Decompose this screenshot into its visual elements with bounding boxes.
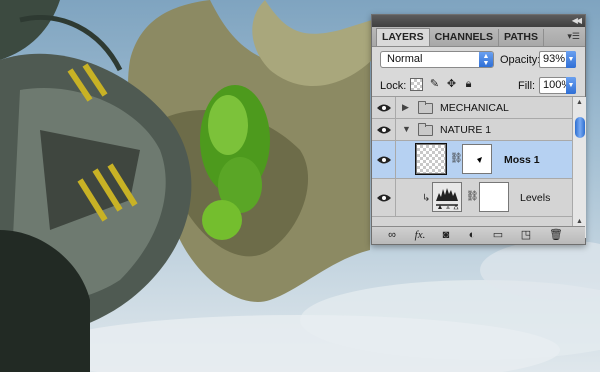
opacity-dropdown-icon[interactable]: ▼: [566, 51, 576, 68]
chain-link-icon[interactable]: ⛓: [450, 153, 463, 164]
layer-row-moss-1[interactable]: ⛓ Moss 1: [372, 141, 572, 179]
link-layers-icon[interactable]: ∞: [384, 229, 400, 242]
collapse-panel-icon[interactable]: ◀◀: [572, 16, 582, 26]
new-group-folder-icon[interactable]: ▭: [490, 229, 506, 242]
opacity-value: 93%: [543, 53, 566, 65]
layers-panel: ◀◀ LAYERS CHANNELS PATHS ▾☰ Normal ▲ ▼ Op…: [371, 14, 586, 245]
layer-name: NATURE 1: [440, 124, 492, 136]
scrollbar-thumb[interactable]: [575, 117, 585, 138]
levels-adjustment-thumbnail[interactable]: [432, 182, 462, 212]
panel-footer-toolbar: ∞ fx. ◙ ◐ ▭ ◳ 🗑︎: [372, 226, 585, 244]
fill-field[interactable]: 100% ▼: [539, 77, 576, 94]
lock-row: Lock: ✎ ✥ 🔒︎ Fill: 100% ▼: [372, 73, 585, 97]
eye-icon: [377, 194, 391, 202]
blend-mode-select[interactable]: Normal ▲ ▼: [380, 51, 494, 68]
tab-paths[interactable]: PATHS: [499, 29, 545, 46]
folder-icon: [418, 123, 433, 136]
eye-icon: [377, 126, 391, 134]
adjustment-layer-icon[interactable]: ◐: [464, 229, 480, 242]
tab-layers[interactable]: LAYERS: [376, 28, 430, 46]
layer-thumbnail[interactable]: [415, 143, 447, 175]
layer-row-mechanical[interactable]: ▶ MECHANICAL: [372, 97, 572, 119]
clipping-mask-arrow-icon: ↳: [422, 193, 431, 204]
layer-mask-thumbnail[interactable]: [462, 144, 492, 174]
layer-mask-thumbnail[interactable]: [479, 182, 509, 212]
visibility-toggle[interactable]: [372, 141, 396, 178]
fill-label: Fill:: [518, 80, 536, 92]
layer-row-nature-1[interactable]: ▼ NATURE 1: [372, 119, 572, 141]
trash-icon[interactable]: 🗑︎: [548, 229, 564, 242]
mask-shape-icon: [477, 157, 482, 163]
add-mask-icon[interactable]: ◙: [438, 229, 454, 242]
lock-transparent-pixels-icon[interactable]: [410, 78, 423, 91]
blend-row: Normal ▲ ▼ Opacity: 93% ▼: [372, 47, 585, 73]
layers-list: ▶ MECHANICAL ▼ NATURE 1 ⛓ Moss 1 ↳ ⛓ Lev…: [372, 97, 572, 238]
fill-dropdown-icon[interactable]: ▼: [566, 77, 576, 94]
chain-link-icon[interactable]: ⛓: [466, 191, 479, 202]
lock-image-pixels-icon[interactable]: ✎: [428, 78, 441, 91]
visibility-toggle[interactable]: [372, 97, 396, 118]
dropdown-arrows-icon: ▲ ▼: [479, 52, 493, 67]
layer-name: Moss 1: [504, 154, 540, 166]
tab-channels[interactable]: CHANNELS: [430, 29, 499, 46]
lock-label: Lock:: [380, 80, 407, 92]
lock-all-icon[interactable]: 🔒︎: [462, 78, 475, 91]
histogram-icon: [436, 188, 459, 210]
eye-icon: [377, 156, 391, 164]
scroll-up-arrow-icon[interactable]: ▲: [576, 99, 583, 106]
lock-position-icon[interactable]: ✥: [445, 78, 458, 91]
panel-tabs: LAYERS CHANNELS PATHS ▾☰: [372, 27, 585, 47]
visibility-toggle[interactable]: [372, 119, 396, 140]
expand-triangle-icon[interactable]: ▶: [402, 102, 409, 113]
panel-menu-icon[interactable]: ▾☰: [567, 32, 580, 41]
opacity-label: Opacity:: [500, 54, 541, 66]
eye-icon: [377, 104, 391, 112]
visibility-toggle[interactable]: [372, 179, 396, 216]
layer-name: MECHANICAL: [440, 102, 509, 114]
collapse-triangle-icon[interactable]: ▼: [402, 124, 411, 134]
layer-name: Levels: [520, 192, 551, 204]
panel-titlebar[interactable]: ◀◀: [372, 15, 585, 27]
layer-style-fx-icon[interactable]: fx.: [412, 229, 428, 242]
blend-mode-value: Normal: [387, 53, 423, 65]
folder-icon: [418, 101, 433, 114]
opacity-field[interactable]: 93% ▼: [539, 51, 576, 68]
scroll-up-arrow-icon[interactable]: ▲: [576, 218, 583, 225]
new-layer-icon[interactable]: ◳: [518, 229, 534, 242]
layers-scrollbar[interactable]: ▲ ▲ ▼: [572, 97, 586, 238]
layer-row-levels[interactable]: ↳ ⛓ Levels: [372, 179, 572, 217]
